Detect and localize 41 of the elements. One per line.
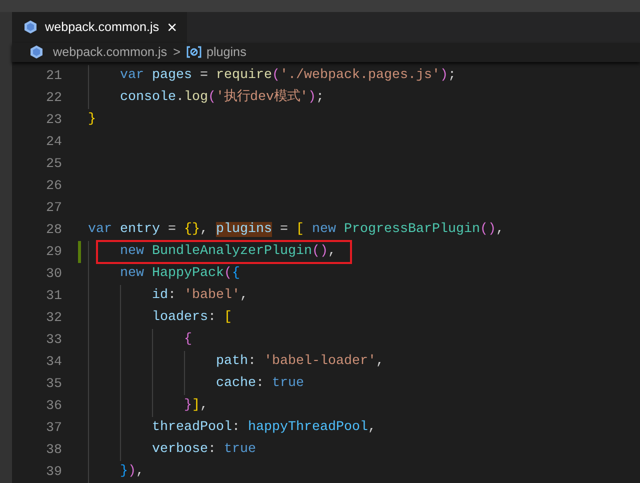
line-number: 23 bbox=[45, 112, 62, 128]
file-hexagon-icon bbox=[30, 45, 43, 60]
code-line: threadPool: happyThreadPool, bbox=[152, 419, 376, 437]
close-icon[interactable]: × bbox=[167, 18, 178, 36]
line-number: 34 bbox=[45, 354, 62, 370]
line-number: 39 bbox=[45, 464, 62, 480]
code-line: var entry = {}, plugins = [ new ProgressBarPlugin(), bbox=[88, 221, 504, 239]
code-line: var pages = require('./webpack.pages.js'); bbox=[120, 67, 456, 85]
chevron-icon: > bbox=[171, 45, 182, 60]
line-number: 25 bbox=[45, 156, 62, 172]
code-line: { bbox=[184, 331, 192, 349]
code-line: }], bbox=[184, 397, 208, 415]
line-number: 28 bbox=[45, 222, 62, 238]
code-line: console.log('执行dev模式'); bbox=[120, 88, 324, 107]
line-number: 36 bbox=[45, 398, 62, 414]
line-number: 38 bbox=[45, 442, 62, 458]
line-number: 21 bbox=[45, 68, 62, 84]
code-line: new HappyPack({ bbox=[120, 265, 240, 283]
line-number: 32 bbox=[45, 310, 62, 326]
line-number: 31 bbox=[45, 288, 62, 304]
breadcrumb-item[interactable]: plugins bbox=[206, 45, 246, 60]
line-number: 37 bbox=[45, 420, 62, 436]
code-line: loaders: [ bbox=[152, 309, 232, 327]
code-line: id: 'babel', bbox=[152, 287, 248, 305]
line-number: 22 bbox=[45, 90, 62, 106]
code-line: path: 'babel-loader', bbox=[216, 353, 384, 371]
line-number: 26 bbox=[45, 178, 62, 194]
code-line: } bbox=[88, 111, 96, 129]
editor-tab[interactable]: webpack.common.js × bbox=[12, 12, 188, 43]
symbol-icon bbox=[186, 46, 202, 58]
line-number: 29 bbox=[45, 244, 62, 260]
line-number: 35 bbox=[45, 376, 62, 392]
breadcrumb-item[interactable]: webpack.common.js bbox=[53, 45, 168, 60]
line-number: 27 bbox=[45, 200, 62, 216]
code-line: cache: true bbox=[216, 375, 304, 393]
line-number: 24 bbox=[45, 134, 62, 150]
line-number: 33 bbox=[45, 332, 62, 348]
file-hexagon-icon bbox=[24, 20, 37, 34]
code-line: }), bbox=[120, 463, 144, 481]
line-number: 30 bbox=[45, 266, 62, 282]
code-line: verbose: true bbox=[152, 441, 256, 459]
